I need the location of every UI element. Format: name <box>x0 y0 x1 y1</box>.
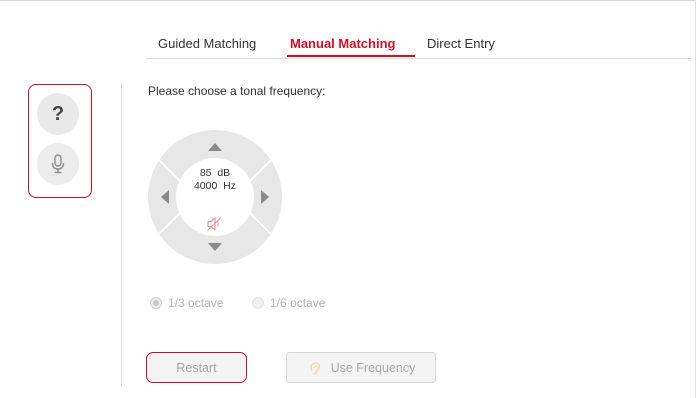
frequency-prompt: Please choose a tonal frequency: <box>148 84 326 98</box>
tab-guided-matching[interactable]: Guided Matching <box>158 36 256 51</box>
microphone-button[interactable] <box>37 143 79 185</box>
window-top-border <box>0 0 696 1</box>
use-frequency-button[interactable]: Use Frequency <box>286 352 436 383</box>
speaker-muted-icon[interactable] <box>206 216 224 232</box>
use-frequency-label: Use Frequency <box>330 360 416 375</box>
panel-divider <box>121 84 122 386</box>
tab-direct-entry[interactable]: Direct Entry <box>427 36 495 51</box>
ear-icon <box>307 360 323 376</box>
question-mark-icon: ? <box>51 102 65 125</box>
arrow-left-icon[interactable] <box>161 190 169 204</box>
tab-manual-matching[interactable]: Manual Matching <box>290 36 395 51</box>
tool-panel: ? <box>28 84 92 198</box>
frequency-unit: Hz <box>223 180 237 192</box>
help-button[interactable]: ? <box>37 93 79 135</box>
dial-readout: 85 dB 4000 Hz <box>176 167 254 193</box>
arrow-right-icon[interactable] <box>261 190 269 204</box>
active-tab-indicator <box>287 55 415 57</box>
level-unit: dB <box>217 167 231 179</box>
octave-sixth-label: 1/6 octave <box>270 296 326 310</box>
octave-third-label: 1/3 octave <box>168 296 224 310</box>
arrow-up-icon[interactable] <box>208 143 222 151</box>
microphone-icon <box>51 154 65 174</box>
restart-button[interactable]: Restart <box>146 352 247 383</box>
radio-selected-indicator <box>150 297 162 309</box>
level-readout: 85 dB <box>176 167 254 180</box>
octave-sixth-radio[interactable]: 1/6 octave <box>252 296 325 310</box>
level-value: 85 <box>199 167 212 179</box>
arrow-down-icon[interactable] <box>208 243 222 251</box>
radio-unselected-indicator <box>252 297 264 309</box>
frequency-value: 4000 <box>193 180 218 192</box>
frequency-readout: 4000 Hz <box>176 180 254 193</box>
octave-third-radio[interactable]: 1/3 octave <box>150 296 223 310</box>
tab-bar: Guided Matching Manual Matching Direct E… <box>146 26 691 59</box>
frequency-dial: 85 dB 4000 Hz <box>148 130 282 264</box>
